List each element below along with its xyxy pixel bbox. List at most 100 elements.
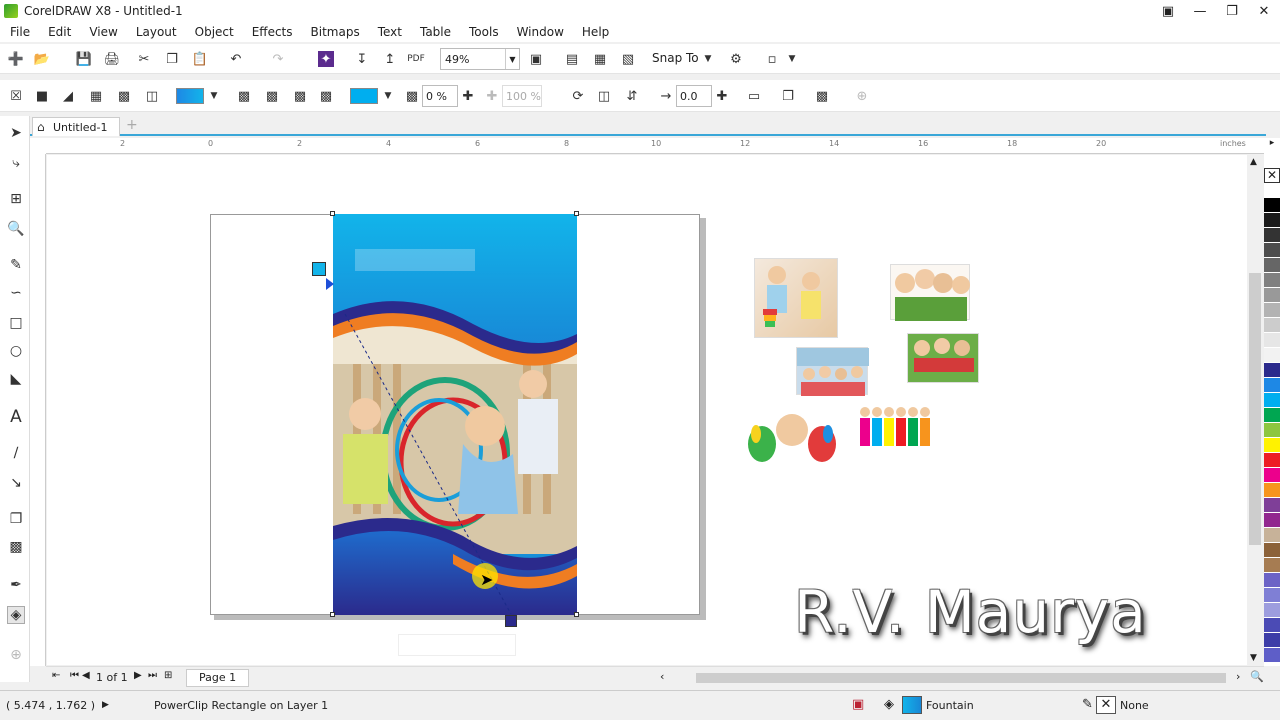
fill-start-handle[interactable] xyxy=(312,262,326,276)
page-first-icon[interactable]: ⇤ xyxy=(52,670,60,681)
outline-pen-icon[interactable]: ✎ xyxy=(1082,697,1093,712)
selection-handle[interactable] xyxy=(330,211,335,216)
import-icon[interactable]: ↧ xyxy=(354,51,370,67)
fill-color-swatch[interactable] xyxy=(176,88,204,104)
photo-children-stacking-rings[interactable] xyxy=(754,258,838,338)
paste-icon[interactable]: 📋 xyxy=(192,51,208,67)
conical-transparency-icon[interactable]: ▩ xyxy=(292,88,308,104)
palette-swatch[interactable] xyxy=(1264,573,1280,588)
freehand-tool-icon[interactable]: ✎ xyxy=(7,256,25,274)
palette-swatch[interactable] xyxy=(1264,558,1280,573)
palette-swatch[interactable] xyxy=(1264,618,1280,633)
palette-swatch[interactable] xyxy=(1264,513,1280,528)
photo-classroom[interactable] xyxy=(796,347,869,396)
cut-icon[interactable]: ✂ xyxy=(136,51,152,67)
photo-children-raised-hands[interactable] xyxy=(856,396,942,452)
home-icon[interactable]: ⌂ xyxy=(37,120,45,134)
menu-file[interactable]: File xyxy=(4,25,36,39)
palette-swatch[interactable] xyxy=(1264,453,1280,468)
menu-text[interactable]: Text xyxy=(372,25,408,39)
midpoint-icon[interactable]: ✚ xyxy=(484,88,500,104)
bitmap-pattern-fill-icon[interactable]: ▩ xyxy=(116,88,132,104)
palette-swatch[interactable] xyxy=(1264,288,1280,303)
status-play-icon[interactable]: ▶ xyxy=(102,700,109,710)
edit-transparency-icon[interactable]: ▩ xyxy=(814,88,830,104)
palette-swatch[interactable] xyxy=(1264,348,1280,363)
full-screen-icon[interactable]: ▣ xyxy=(528,51,544,67)
palette-swatch[interactable] xyxy=(1264,303,1280,318)
text-tool-icon[interactable]: A xyxy=(7,407,25,427)
postscript-fill-icon[interactable]: ◫ xyxy=(144,88,160,104)
transparency-node-icon[interactable]: ✚ xyxy=(460,88,476,104)
page-last-icon[interactable]: ⏭ xyxy=(148,670,157,681)
opacity-field[interactable]: 100 % xyxy=(502,85,542,107)
application-launcher-icon[interactable]: ▫ xyxy=(764,51,780,67)
parallel-dimension-tool-icon[interactable]: ∕ xyxy=(7,444,25,462)
rotate-icon[interactable]: ⟳ xyxy=(570,88,586,104)
elliptical-transparency-icon[interactable]: ▩ xyxy=(264,88,280,104)
palette-swatch[interactable] xyxy=(1264,483,1280,498)
show-rulers-icon[interactable]: ▤ xyxy=(564,51,580,67)
no-fill-icon[interactable]: ☒ xyxy=(8,88,24,104)
palette-swatch[interactable] xyxy=(1264,423,1280,438)
menu-effects[interactable]: Effects xyxy=(246,25,299,39)
add-icon[interactable]: ⊕ xyxy=(854,88,870,104)
fill-swatch-chevron-down-icon[interactable]: ▼ xyxy=(206,88,222,104)
menu-tools[interactable]: Tools xyxy=(463,25,505,39)
ellipse-tool-icon[interactable]: ○ xyxy=(7,342,25,360)
palette-swatch[interactable] xyxy=(1264,588,1280,603)
palette-swatch[interactable] xyxy=(1264,363,1280,378)
transparency-tool-icon[interactable]: ▩ xyxy=(7,538,25,556)
fountain-fill-icon[interactable]: ◢ xyxy=(60,88,76,104)
menu-view[interactable]: View xyxy=(83,25,123,39)
save-icon[interactable]: 💾 xyxy=(76,51,92,67)
palette-swatch[interactable] xyxy=(1264,228,1280,243)
scroll-up-icon[interactable]: ▲ xyxy=(1250,157,1257,167)
palette-swatch[interactable] xyxy=(1264,393,1280,408)
drop-shadow-tool-icon[interactable]: ❐ xyxy=(7,510,25,528)
interactive-fill-tool-icon[interactable]: ◈ xyxy=(7,606,25,624)
page-next-icon[interactable]: ▶ xyxy=(134,670,142,681)
rectangular-transparency-icon[interactable]: ▩ xyxy=(318,88,334,104)
snap-to-dropdown[interactable]: Snap To xyxy=(652,51,699,65)
rectangle-tool-icon[interactable]: □ xyxy=(7,314,25,332)
hscroll-left-icon[interactable]: ‹ xyxy=(660,670,664,683)
show-guidelines-icon[interactable]: ▧ xyxy=(620,51,636,67)
fill-bucket-icon[interactable]: ◈ xyxy=(884,697,894,712)
minimize-icon[interactable]: — xyxy=(1184,0,1216,22)
outline-none-icon[interactable]: ✕ xyxy=(1096,696,1116,714)
chevron-down-icon[interactable]: ▼ xyxy=(505,49,519,69)
zoom-level-field[interactable]: 49% ▼ xyxy=(440,48,520,70)
selection-handle[interactable] xyxy=(574,612,579,617)
vertical-scroll-thumb[interactable] xyxy=(1249,273,1261,545)
menu-table[interactable]: Table xyxy=(414,25,457,39)
selection-handle[interactable] xyxy=(574,211,579,216)
palette-swatch[interactable] xyxy=(1264,333,1280,348)
palette-swatch[interactable] xyxy=(1264,273,1280,288)
palette-swatch[interactable] xyxy=(1264,408,1280,423)
add-tool-icon[interactable]: ⊕ xyxy=(7,646,25,664)
connector-tool-icon[interactable]: ↘ xyxy=(7,474,25,492)
options-gear-icon[interactable]: ⚙ xyxy=(728,51,744,67)
palette-swatch[interactable] xyxy=(1264,528,1280,543)
print-icon[interactable]: 🖨 xyxy=(104,51,121,67)
restore-small-icon[interactable]: ▣ xyxy=(1152,0,1184,22)
search-content-icon[interactable]: ✦ xyxy=(318,51,334,67)
palette-swatch[interactable] xyxy=(1264,468,1280,483)
copy-icon[interactable]: ❐ xyxy=(164,51,180,67)
palette-swatch[interactable] xyxy=(1264,633,1280,648)
uniform-fill-icon[interactable]: ■ xyxy=(34,88,50,104)
tab-untitled-1[interactable]: ⌂ Untitled-1 xyxy=(32,117,120,136)
palette-scroll-right-icon[interactable]: ▸ xyxy=(1264,138,1280,150)
palette-swatch[interactable] xyxy=(1264,258,1280,273)
zoom-tool-icon[interactable]: 🔍 xyxy=(7,220,25,238)
palette-swatch[interactable] xyxy=(1264,213,1280,228)
palette-swatch[interactable] xyxy=(1264,438,1280,453)
vertical-ruler[interactable] xyxy=(30,154,46,666)
fill-direction-arrow-icon[interactable] xyxy=(326,278,334,290)
pick-tool-icon[interactable]: ➤ xyxy=(7,124,25,142)
redo-icon[interactable]: ↷ xyxy=(270,51,286,67)
reverse-icon[interactable]: ⇵ xyxy=(624,88,640,104)
scroll-down-icon[interactable]: ▼ xyxy=(1250,653,1257,663)
fill-status-swatch[interactable] xyxy=(902,696,922,714)
